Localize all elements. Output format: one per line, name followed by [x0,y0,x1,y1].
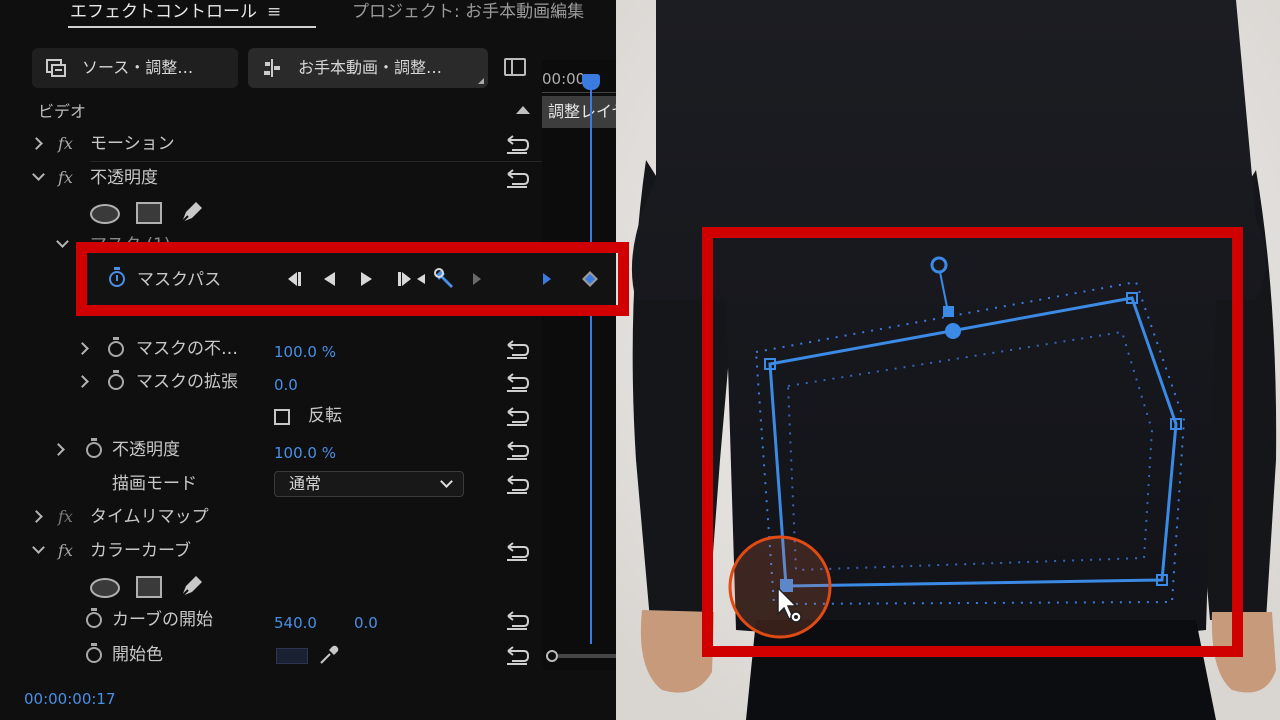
dropdown-corner-icon [478,78,484,84]
panel-toggle-icon[interactable] [504,58,526,76]
prop-row-opacity[interactable]: 不透明度 100.0 % [0,433,542,467]
reset-icon[interactable] [504,339,530,359]
sequence-clip-label: お手本動画・調整… [298,58,443,77]
playhead-handle[interactable] [582,74,600,90]
timeline-time-label: 00:00 [542,70,586,88]
curve-start-label: カーブの開始 [112,610,213,630]
reset-icon[interactable] [504,168,530,188]
chevron-right-icon[interactable] [30,510,43,523]
curve-start-x-value[interactable]: 540.0 [274,606,317,640]
pen-icon[interactable] [178,200,204,226]
fx-icon[interactable]: fx [58,534,73,568]
reset-icon[interactable] [504,610,530,630]
fx-icon[interactable]: fx [58,500,73,534]
effect-row-motion[interactable]: fx モーション [0,127,542,161]
prop-row-mask-opacity[interactable]: マスクの不… 100.0 % [0,332,542,366]
invert-label: 反転 [308,406,342,426]
opacity-prop-label: 不透明度 [112,440,180,460]
time-remap-label: タイムリマップ [90,507,209,527]
mask-expansion-value[interactable]: 0.0 [274,368,298,402]
stopwatch-icon[interactable] [108,337,124,357]
mask-expansion-label: マスクの拡張 [136,372,238,392]
highlight-box-mask [702,227,1243,657]
opacity-value[interactable]: 100.0 % [274,436,336,470]
rectangle-mask-icon[interactable] [136,576,162,598]
reset-icon[interactable] [504,541,530,561]
invert-checkbox[interactable] [274,409,290,425]
pen-icon[interactable] [178,574,204,600]
current-timecode[interactable]: 00:00:00:17 [24,690,116,708]
panel-menu-icon[interactable]: ≡ [267,0,281,24]
reset-icon[interactable] [504,474,530,494]
effect-controls-panel: エフェクトコントロール ≡ プロジェクト: お手本動画編集 ソース・調整… お手本… [0,0,616,720]
blend-mode-label: 描画モード [112,474,197,494]
chevron-down-icon[interactable] [32,541,45,554]
opacity-label: 不透明度 [90,168,158,188]
reset-icon[interactable] [504,372,530,392]
curve-start-y-value[interactable]: 0.0 [354,606,378,640]
timeline-zoom-scrollbar[interactable] [546,650,616,662]
highlight-box-mask-path [76,242,629,316]
tab-project[interactable]: プロジェクト: お手本動画編集 [352,0,584,30]
eyedropper-icon[interactable] [318,644,340,666]
collapse-triangle-icon[interactable] [516,106,530,114]
rectangle-mask-icon[interactable] [136,202,162,224]
prop-row-start-color[interactable]: 開始色 [0,638,542,672]
stopwatch-icon[interactable] [108,370,124,390]
start-color-swatch[interactable] [276,648,308,664]
blend-mode-select[interactable]: 通常 [274,471,464,497]
tab-effect-controls-label: エフェクトコントロール [70,2,257,22]
sequence-clip-button[interactable]: お手本動画・調整… [248,48,488,88]
fx-icon[interactable]: fx [58,161,73,195]
prop-row-curve-start[interactable]: カーブの開始 540.0 0.0 [0,603,542,637]
stopwatch-icon[interactable] [86,643,102,663]
chevron-down-icon[interactable] [56,235,69,248]
sequence-icon [264,59,280,77]
prop-row-mask-expansion[interactable]: マスクの拡張 0.0 [0,365,542,399]
chevron-right-icon[interactable] [76,375,89,388]
stack-icon [46,59,66,77]
effect-row-time-remap[interactable]: fx タイムリマップ [0,500,542,534]
timeline-layer-bar[interactable]: 調整レイヤー [542,96,616,128]
chevron-right-icon[interactable] [76,342,89,355]
blend-mode-value: 通常 [289,474,322,493]
mask-opacity-value[interactable]: 100.0 % [274,335,336,369]
scroll-track[interactable] [558,654,616,658]
effect-row-color-curve[interactable]: fx カラーカーブ [0,534,542,568]
reset-icon[interactable] [504,406,530,426]
chevron-down-icon [440,475,453,488]
active-tab-underline [68,26,316,28]
playhead-line[interactable] [590,74,592,644]
ellipse-mask-icon[interactable] [90,578,120,598]
effect-row-opacity[interactable]: fx 不透明度 [0,161,542,195]
stopwatch-icon[interactable] [86,608,102,628]
chevron-down-icon[interactable] [32,168,45,181]
stopwatch-icon[interactable] [86,438,102,458]
ellipse-mask-icon[interactable] [90,204,120,224]
prop-row-invert[interactable]: 反転 [0,399,542,433]
effect-timeline[interactable]: 00:00 調整レイヤー [542,60,616,670]
reset-icon[interactable] [504,134,530,154]
section-video-label: ビデオ [38,102,87,121]
source-clip-button[interactable]: ソース・調整… [32,48,238,88]
mask-opacity-label: マスクの不… [136,339,238,359]
scroll-knob[interactable] [546,650,558,662]
source-clip-label: ソース・調整… [82,58,194,77]
timeline-ruler[interactable] [542,92,616,93]
prop-row-blend-mode[interactable]: 描画モード 通常 [0,467,542,501]
reset-icon[interactable] [504,440,530,460]
fx-icon[interactable]: fx [58,127,73,161]
motion-label: モーション [90,134,175,154]
chevron-right-icon[interactable] [52,443,65,456]
reset-icon[interactable] [504,645,530,665]
chevron-right-icon[interactable] [30,137,43,150]
start-color-label: 開始色 [112,645,163,665]
color-curve-label: カラーカーブ [90,541,191,561]
